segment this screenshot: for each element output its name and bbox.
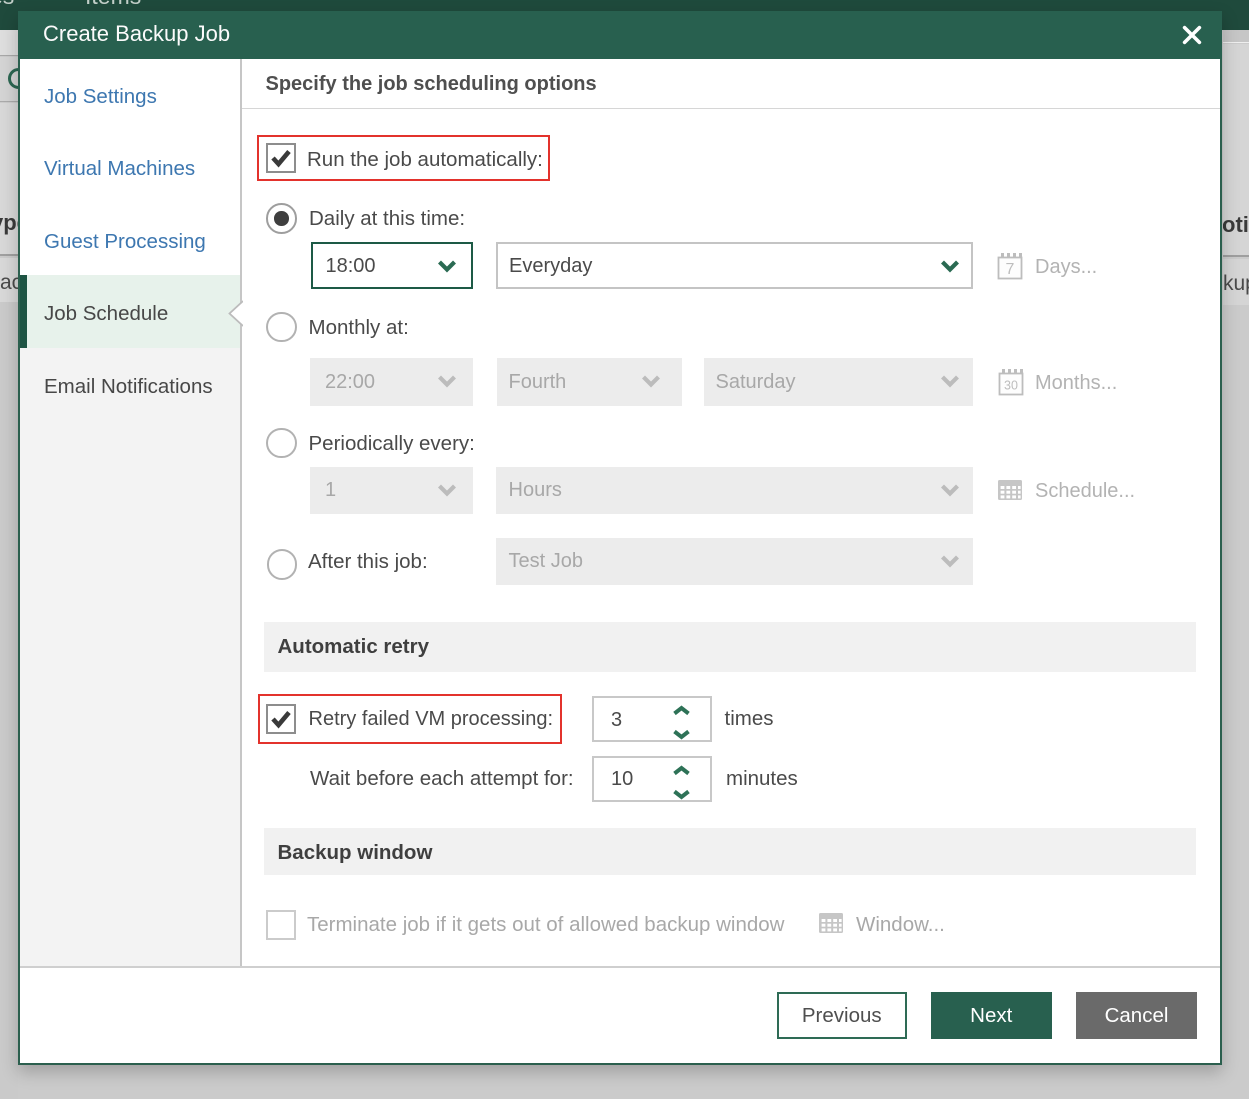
svg-text:30: 30 — [1004, 379, 1018, 393]
svg-text:7: 7 — [1006, 261, 1015, 278]
